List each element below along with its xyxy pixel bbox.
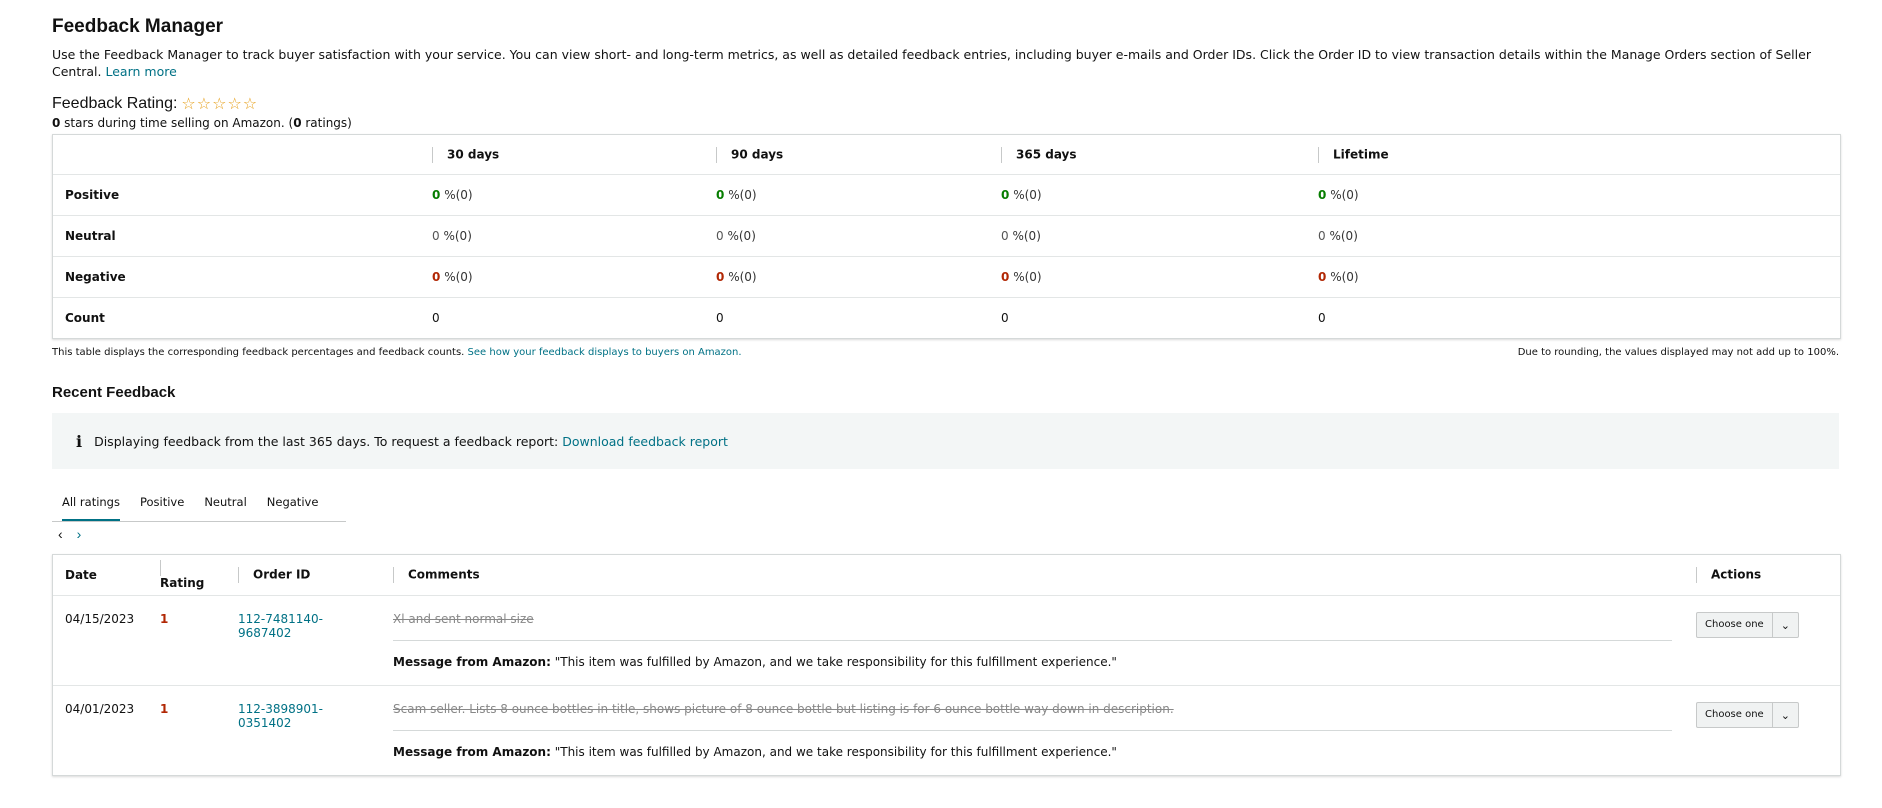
metrics-row-count: Count 0 0 0 0 [65, 311, 1326, 325]
action-dropdown[interactable]: Choose one ⌄ [1696, 612, 1799, 638]
order-id-link[interactable]: 112-3898901-0351402 [238, 702, 323, 730]
feedback-date: 04/01/2023 [65, 702, 135, 716]
table-row: 04/01/2023 1 112-3898901-0351402 Scam se… [53, 686, 1840, 776]
feedback-rating: 1 [160, 702, 169, 716]
metrics-notes: This table displays the corresponding fe… [52, 347, 1839, 358]
col-rating: Rating [148, 555, 226, 596]
tab-neutral[interactable]: Neutral [194, 483, 256, 521]
chevron-down-icon: ⌄ [1780, 618, 1790, 632]
feedback-date: 04/15/2023 [53, 595, 148, 686]
feedback-comment: Scam seller. Lists 8 ounce bottles in ti… [393, 702, 1174, 716]
download-feedback-report-link[interactable]: Download feedback report [562, 434, 728, 449]
recent-feedback-title: Recent Feedback [52, 384, 176, 401]
pager: ‹ › [58, 526, 1839, 542]
chevron-right-icon[interactable]: › [77, 526, 82, 542]
rating-filter-tabs: All ratings Positive Neutral Negative [52, 483, 346, 522]
tab-negative[interactable]: Negative [257, 483, 329, 521]
learn-more-link[interactable]: Learn more [105, 64, 176, 79]
tab-all-ratings[interactable]: All ratings [52, 483, 130, 521]
amazon-message: Message from Amazon: "This item was fulf… [393, 655, 1117, 669]
feedback-rating-heading: Feedback Rating: ☆☆☆☆☆ [52, 95, 259, 113]
col-actions: Actions [1684, 555, 1840, 596]
rating-summary: 0 stars during time selling on Amazon. (… [52, 116, 352, 130]
rounding-note: Due to rounding, the values displayed ma… [1517, 347, 1839, 358]
info-icon: i [76, 431, 83, 451]
amazon-message: Message from Amazon: "This item was fulf… [393, 745, 1117, 759]
metrics-row-positive: Positive 0 %(0) 0 %(0) 0 %(0) 0 %(0) [53, 174, 1840, 216]
tab-positive[interactable]: Positive [130, 483, 194, 521]
feedback-header-row: Date Rating Order ID Comments Actions [53, 555, 1840, 596]
chevron-down-icon: ⌄ [1780, 708, 1790, 722]
metrics-row-neutral: Neutral 0 %(0) 0 %(0) 0 %(0) 0 %(0) [53, 215, 1840, 257]
feedback-comment-cell: Xl and sent normal size Message from Ama… [381, 595, 1684, 686]
col-comments: Comments [381, 555, 1684, 596]
order-id-link[interactable]: 112-7481140-9687402 [238, 612, 323, 640]
feedback-rating: 1 [148, 595, 226, 686]
metrics-header-row: 30 days 90 days 365 days Lifetime [53, 135, 1840, 175]
page-title: Feedback Manager [52, 16, 224, 37]
feedback-table: Date Rating Order ID Comments Actions 04… [52, 554, 1841, 776]
feedback-comment: Xl and sent normal size [393, 612, 534, 626]
feedback-manager-page: Feedback Manager Use the Feedback Manage… [0, 0, 1882, 776]
col-90-days: 90 days [704, 135, 989, 175]
star-rating-icon: ☆☆☆☆☆ [181, 96, 259, 113]
feedback-comment-cell: Scam seller. Lists 8 ounce bottles in ti… [381, 686, 1684, 776]
col-lifetime: Lifetime [1306, 135, 1840, 175]
intro-text: Use the Feedback Manager to track buyer … [52, 47, 1811, 79]
col-30-days: 30 days [420, 135, 704, 175]
metrics-row-negative: Negative 0 %(0) 0 %(0) 0 %(0) 0 %(0) [53, 256, 1840, 298]
info-alert: i Displaying feedback from the last 365 … [52, 413, 1839, 469]
col-365-days: 365 days [989, 135, 1306, 175]
col-date: Date [53, 555, 148, 596]
col-order-id: Order ID [226, 555, 381, 596]
action-dropdown[interactable]: Choose one ⌄ [1696, 702, 1799, 728]
table-row: 04/15/2023 1 112-7481140-9687402 Xl and … [53, 595, 1840, 686]
chevron-left-icon[interactable]: ‹ [58, 526, 63, 542]
feedback-display-link[interactable]: See how your feedback displays to buyers… [468, 347, 742, 358]
metrics-table: 30 days 90 days 365 days Lifetime Positi… [52, 134, 1841, 339]
